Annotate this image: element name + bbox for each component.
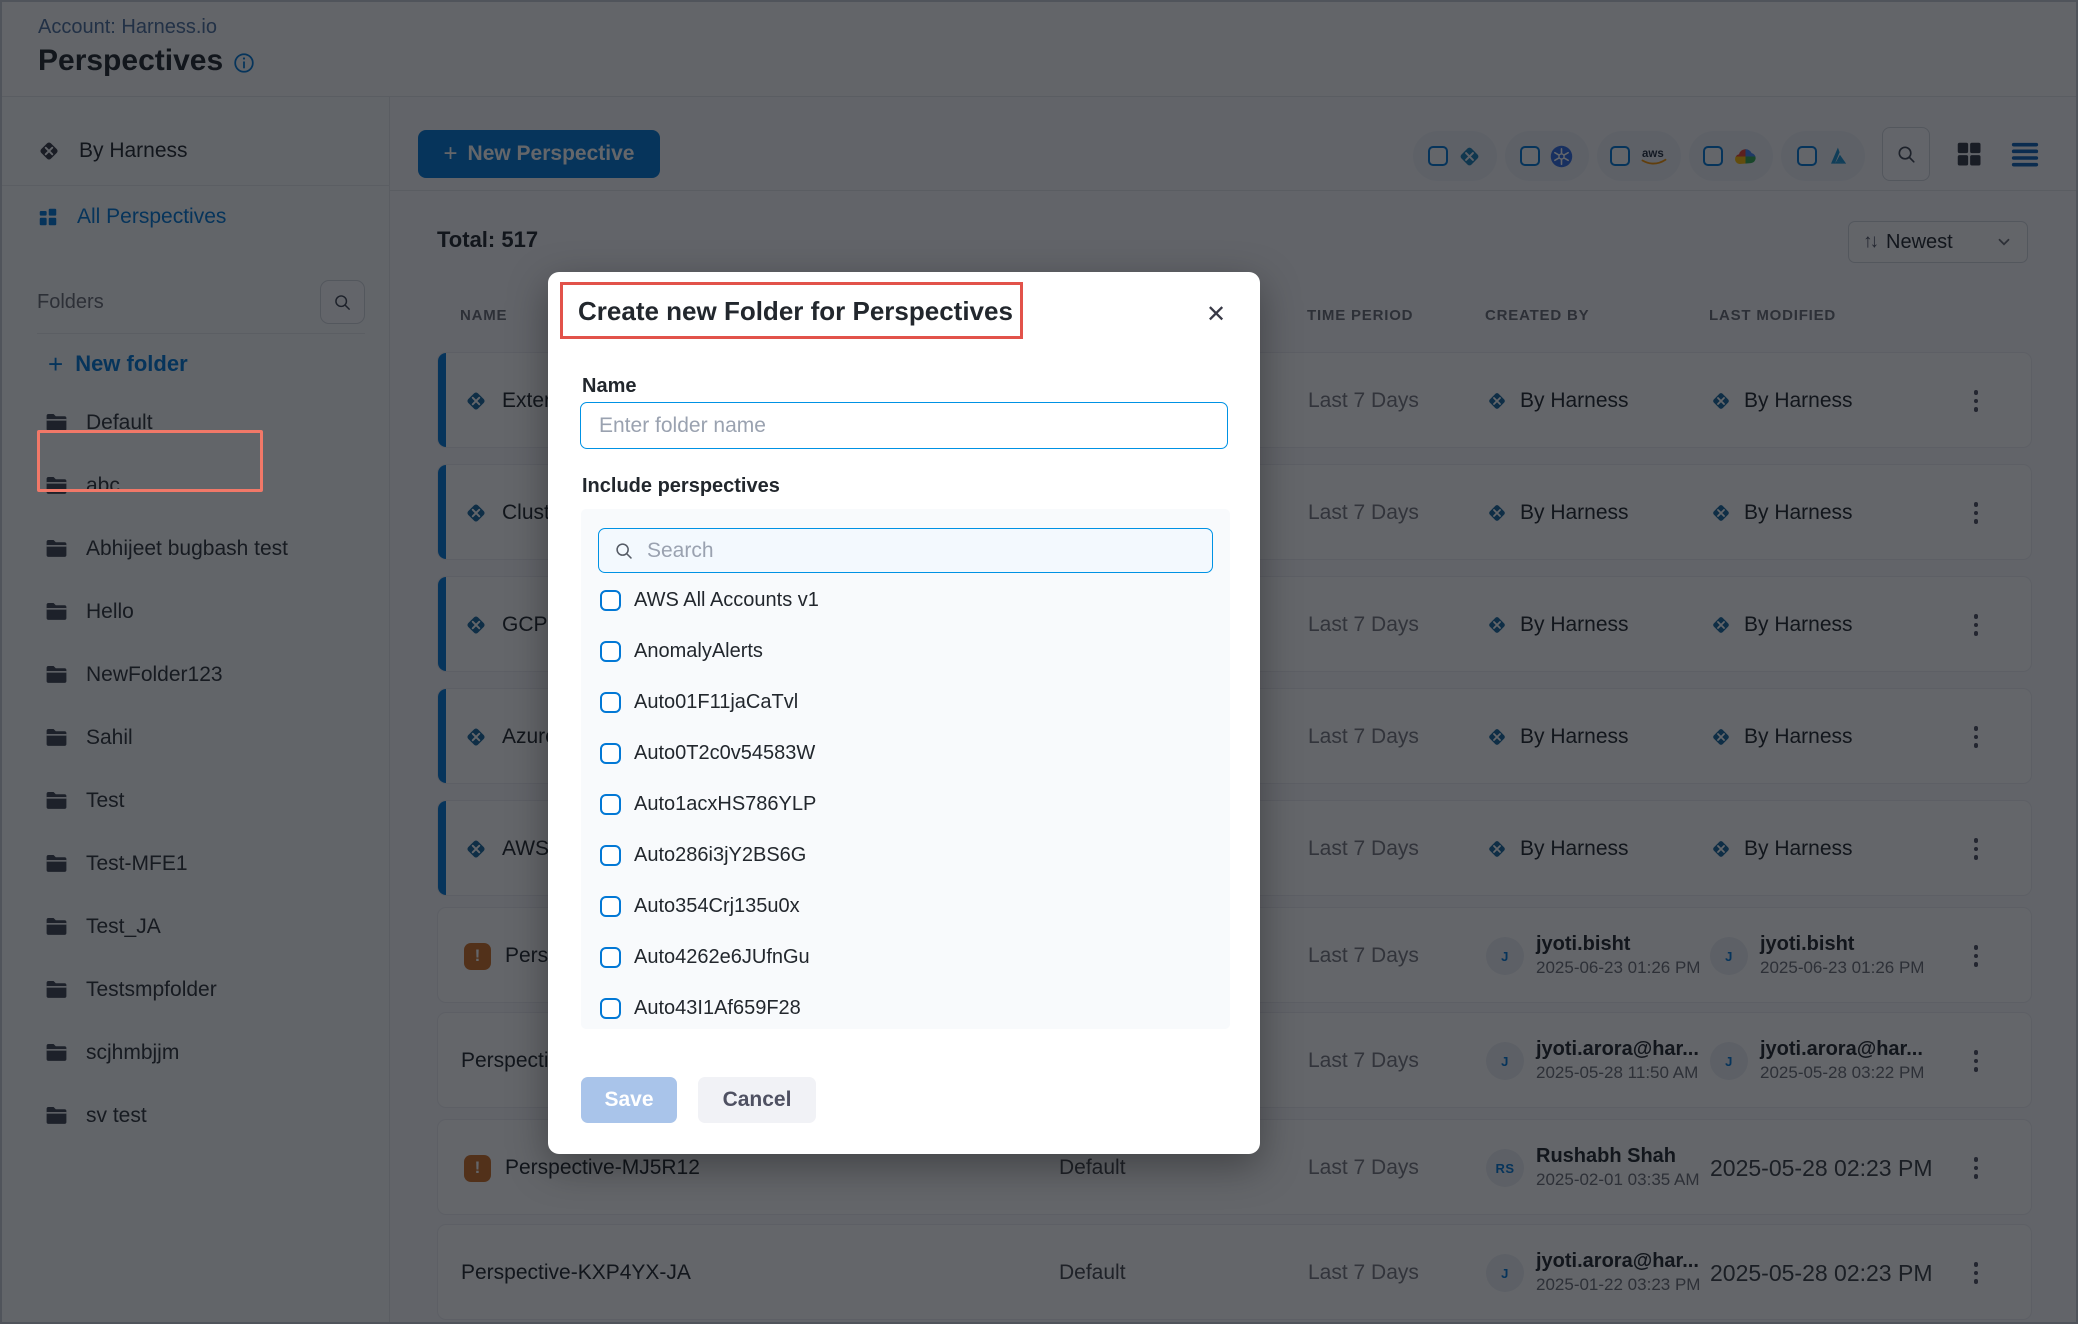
perspective-checkbox[interactable] [600, 590, 621, 611]
perspective-option-label: AnomalyAlerts [634, 640, 763, 663]
create-folder-modal: Create new Folder for Perspectives ✕ Nam… [548, 272, 1260, 1154]
perspective-option[interactable]: AWS All Accounts v1 [581, 575, 1230, 626]
perspective-checkbox[interactable] [600, 896, 621, 917]
perspective-option[interactable]: Auto286i3jY2BS6G [581, 830, 1230, 881]
perspective-checkbox[interactable] [600, 998, 621, 1019]
perspective-option-label: Auto1acxHS786YLP [634, 793, 816, 816]
perspective-option[interactable]: Auto4262e6JUfnGu [581, 932, 1230, 983]
perspective-search[interactable] [598, 528, 1213, 573]
perspective-checkbox[interactable] [600, 947, 621, 968]
perspectives-list: AWS All Accounts v1 AnomalyAlerts Auto01… [581, 509, 1230, 1029]
search-icon [613, 540, 635, 562]
perspectives-page: Account: Harness.io Perspectives By Harn… [0, 0, 2078, 1324]
name-label: Name [582, 375, 636, 398]
perspective-checkbox[interactable] [600, 794, 621, 815]
modal-title: Create new Folder for Perspectives [578, 296, 1013, 327]
perspective-options: AWS All Accounts v1 AnomalyAlerts Auto01… [581, 575, 1230, 1029]
close-icon[interactable]: ✕ [1198, 296, 1234, 332]
perspective-option[interactable]: Auto354Crj135u0x [581, 881, 1230, 932]
perspective-option[interactable]: Auto43I1Af659F28 [581, 983, 1230, 1029]
include-perspectives-label: Include perspectives [582, 475, 780, 498]
perspective-option-label: Auto01F11jaCaTvl [634, 691, 798, 714]
perspective-option-label: Auto43I1Af659F28 [634, 997, 801, 1020]
perspective-option[interactable]: Auto0T2c0v54583W [581, 728, 1230, 779]
perspective-search-input[interactable] [647, 539, 1198, 563]
perspective-option-label: Auto354Crj135u0x [634, 895, 800, 918]
cancel-button[interactable]: Cancel [698, 1077, 816, 1123]
perspective-option[interactable]: AnomalyAlerts [581, 626, 1230, 677]
save-button[interactable]: Save [581, 1077, 677, 1123]
perspective-checkbox[interactable] [600, 692, 621, 713]
perspective-option-label: AWS All Accounts v1 [634, 589, 819, 612]
perspective-option[interactable]: Auto1acxHS786YLP [581, 779, 1230, 830]
perspective-option[interactable]: Auto01F11jaCaTvl [581, 677, 1230, 728]
folder-name-input[interactable] [580, 402, 1228, 449]
perspective-option-label: Auto4262e6JUfnGu [634, 946, 810, 969]
perspective-checkbox[interactable] [600, 743, 621, 764]
perspective-checkbox[interactable] [600, 641, 621, 662]
perspective-checkbox[interactable] [600, 845, 621, 866]
perspective-option-label: Auto286i3jY2BS6G [634, 844, 806, 867]
perspective-option-label: Auto0T2c0v54583W [634, 742, 815, 765]
